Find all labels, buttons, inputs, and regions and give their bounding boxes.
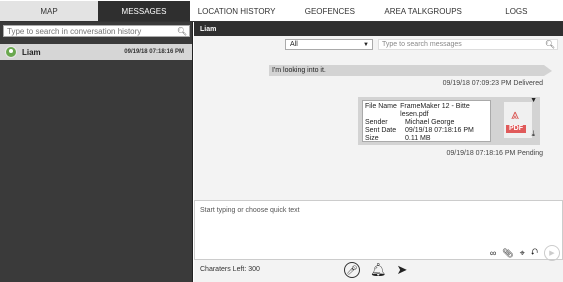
alert-bell-icon[interactable]: 🔔︎ <box>370 262 387 278</box>
conversation-item[interactable]: Liam 09/19/18 07:18:16 PM <box>0 44 192 60</box>
double-chevron-down-icon[interactable]: ⮏ <box>531 245 538 261</box>
sent-date-label: Sent Date <box>365 127 397 134</box>
voicemail-icon[interactable]: ∞ <box>490 248 496 258</box>
pdf-file-icon[interactable]: ⩓ PDF ⤓ <box>504 102 535 139</box>
size-value: 0.11 MB <box>405 135 431 142</box>
conversation-time: 09/19/18 07:18:16 PM <box>124 49 184 55</box>
search-icon[interactable]: 🔍︎ <box>545 40 555 49</box>
message-bubble: I'm looking into it. <box>269 65 552 76</box>
sender-label: Sender <box>365 119 388 126</box>
top-nav: MAP MESSAGES LOCATION HISTORY GEOFENCES … <box>0 0 563 22</box>
filter-row: All ▼ Type to search messages 🔍︎ <box>285 39 558 50</box>
sender-value: Michael George <box>405 119 455 126</box>
bottom-actions: 🎤︎ 🔔︎ ➤ <box>344 262 407 278</box>
bottom-bar: Charaters Left: 300 🎤︎ 🔔︎ ➤ <box>194 260 563 282</box>
dropdown-icon[interactable]: ▼ <box>530 97 537 104</box>
tab-messages[interactable]: MESSAGES <box>98 1 190 21</box>
conversation-search-input[interactable] <box>7 26 177 36</box>
conversation-panel: 🔍︎ Liam 09/19/18 07:18:16 PM <box>0 22 193 282</box>
message-meta: 09/19/18 07:09:23 PM Delivered <box>442 80 543 87</box>
paperclip-icon[interactable]: 📎︎ <box>502 248 513 259</box>
location-pin-icon[interactable]: ⌖ <box>520 248 525 259</box>
conversation-name: Liam <box>22 47 41 57</box>
message-search-input[interactable]: Type to search messages 🔍︎ <box>378 39 558 50</box>
chevron-down-icon: ▼ <box>363 42 369 48</box>
compose-placeholder: Start typing or choose quick text <box>200 207 300 214</box>
tab-map[interactable]: MAP <box>0 1 98 21</box>
file-name-label: File Name <box>365 103 397 110</box>
download-icon[interactable]: ⤓ <box>531 129 535 139</box>
compose-tools: ∞ 📎︎ ⌖ ⮏ ▶ <box>490 245 560 261</box>
sent-date-value: 09/19/18 07:18:16 PM <box>405 127 474 134</box>
message-search-placeholder: Type to search messages <box>382 41 462 48</box>
search-icon[interactable]: 🔍︎ <box>177 27 187 36</box>
tab-logs[interactable]: LOGS <box>469 1 563 21</box>
send-button[interactable]: ▶ <box>544 245 560 261</box>
file-name-value: FrameMaker 12 - Bitte lesen.pdf <box>400 103 470 118</box>
size-label: Size <box>365 135 379 142</box>
file-info: File Name FrameMaker 12 - Bitte lesen.pdf… <box>362 100 491 142</box>
file-message-meta: 09/19/18 07:18:16 PM Pending <box>446 150 543 157</box>
compose-box[interactable]: Start typing or choose quick text ∞ 📎︎ ⌖… <box>194 200 563 261</box>
chat-title: Liam <box>194 22 563 36</box>
message-filter-select[interactable]: All ▼ <box>285 39 373 50</box>
characters-left: Charaters Left: 300 <box>200 266 260 273</box>
navigation-arrow-icon[interactable]: ➤ <box>397 262 408 278</box>
tab-geofences[interactable]: GEOFENCES <box>283 1 377 21</box>
chat-panel: Liam All ▼ Type to search messages 🔍︎ I'… <box>194 22 563 282</box>
pdf-badge: PDF <box>506 125 526 133</box>
filter-value: All <box>290 41 298 48</box>
microphone-icon[interactable]: 🎤︎ <box>344 262 360 278</box>
tab-location-history[interactable]: LOCATION HISTORY <box>190 1 284 21</box>
conversation-search-box: 🔍︎ <box>3 25 190 37</box>
file-message-bubble: File Name FrameMaker 12 - Bitte lesen.pdf… <box>358 97 540 145</box>
avatar <box>5 46 17 58</box>
tab-area-talkgroups[interactable]: AREA TALKGROUPS <box>376 1 470 21</box>
acrobat-icon: ⩓ <box>511 106 519 122</box>
